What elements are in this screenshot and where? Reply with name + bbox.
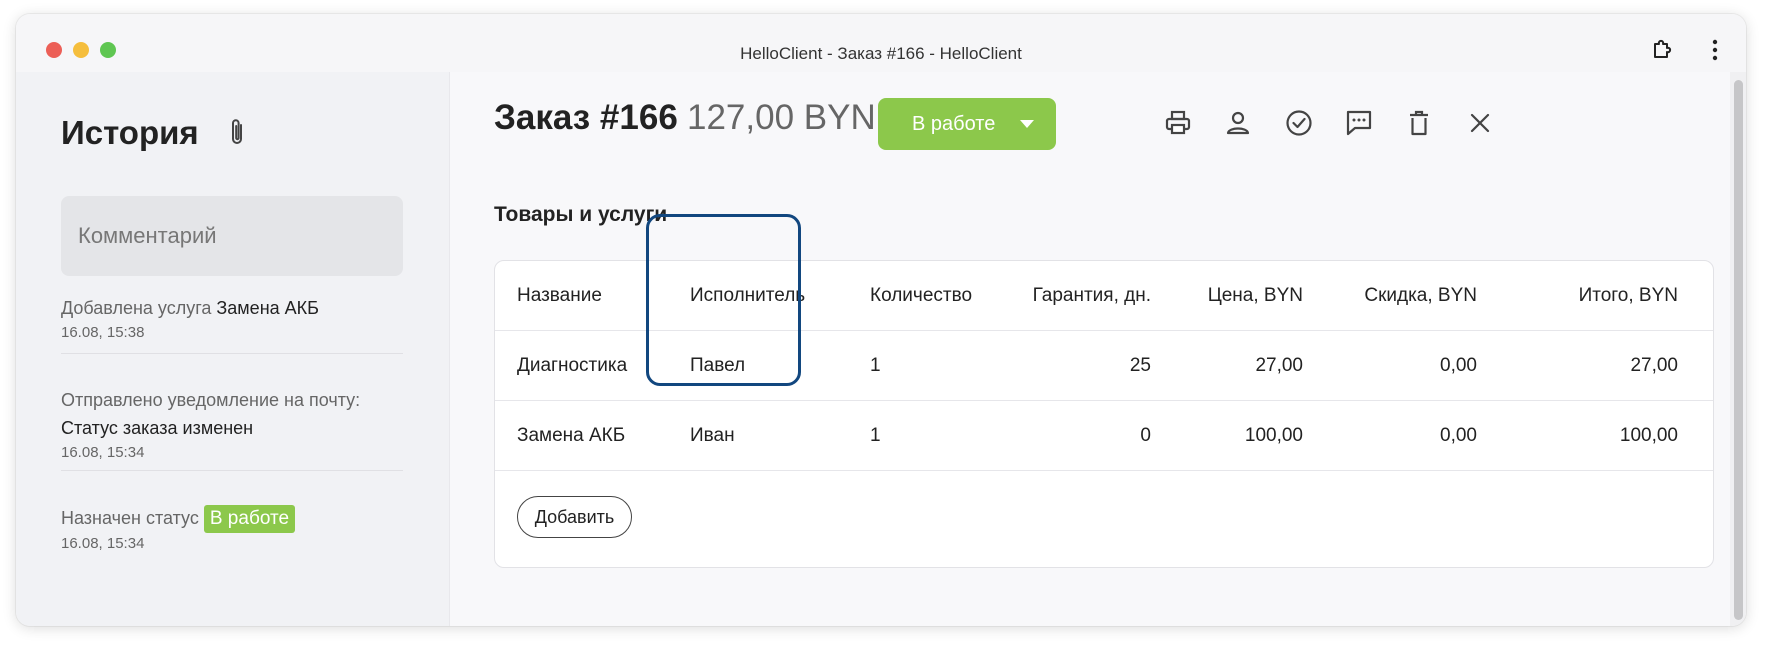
- history-entry-highlight: Замена АКБ: [216, 298, 319, 318]
- more-vertical-icon[interactable]: [1710, 38, 1720, 62]
- history-entry-time: 16.08, 15:34: [61, 535, 145, 552]
- close-icon: [1470, 113, 1490, 133]
- cell-executor[interactable]: Павел: [690, 331, 840, 401]
- cell-total: 100,00: [1619, 425, 1678, 446]
- table-row[interactable]: Замена АКБ Иван 1 0 100,00 0,00 100,00: [495, 401, 1713, 471]
- history-divider: [61, 470, 403, 471]
- check-circle-icon: [1286, 110, 1312, 136]
- column-header-warranty[interactable]: Гарантия, дн.: [965, 261, 1151, 331]
- print-button[interactable]: [1161, 106, 1195, 140]
- person-icon: [1226, 111, 1250, 135]
- cell-price[interactable]: 27,00: [1135, 331, 1303, 401]
- delete-button[interactable]: [1402, 106, 1436, 140]
- history-entry-text: Назначен статус: [61, 508, 204, 528]
- message-button[interactable]: [1342, 106, 1376, 140]
- column-header-total[interactable]: Итого, BYN: [1485, 261, 1678, 331]
- history-entry-highlight: Статус заказа изменен: [61, 418, 254, 438]
- status-label: В работе: [912, 112, 996, 135]
- complete-button[interactable]: [1282, 106, 1316, 140]
- history-entry-text: Отправлено уведомление на почту:: [61, 390, 361, 410]
- status-badge: В работе: [203, 505, 296, 533]
- cell-executor[interactable]: Иван: [690, 401, 840, 471]
- cell-warranty[interactable]: 25: [965, 331, 1151, 401]
- message-icon: [1346, 110, 1372, 136]
- caret-down-icon: [1020, 120, 1034, 128]
- order-title: Заказ #166: [494, 98, 678, 137]
- assign-client-button[interactable]: [1221, 106, 1255, 140]
- app-window: HelloClient - Заказ #166 - HelloClient И…: [16, 14, 1746, 626]
- cell-price[interactable]: 100,00: [1135, 401, 1303, 471]
- cell-warranty[interactable]: 0: [965, 401, 1151, 471]
- scrollbar[interactable]: [1730, 72, 1746, 626]
- cell-name[interactable]: Диагностика: [517, 331, 667, 401]
- column-header-executor[interactable]: Исполнитель: [690, 261, 840, 331]
- add-item-button[interactable]: Добавить: [517, 496, 632, 538]
- order-panel: Заказ #166 127,00 BYN В работе Товары и …: [450, 72, 1746, 626]
- cell-total: 27,00: [1630, 355, 1678, 376]
- history-divider: [61, 353, 403, 354]
- comment-input[interactable]: [61, 196, 403, 276]
- status-dropdown-button[interactable]: В работе: [878, 98, 1056, 150]
- history-entry-time: 16.08, 15:38: [61, 324, 145, 341]
- history-entry: Добавлена услуга Замена АКБ 16.08, 15:38: [61, 294, 403, 341]
- cell-discount[interactable]: 0,00: [1315, 401, 1477, 471]
- column-header-price[interactable]: Цена, BYN: [1135, 261, 1303, 331]
- scrollbar-thumb[interactable]: [1734, 80, 1743, 620]
- order-total: 127,00 BYN: [687, 98, 876, 137]
- printer-icon: [1165, 110, 1191, 135]
- items-table: Название Исполнитель Количество Гарантия…: [494, 260, 1714, 568]
- close-order-button[interactable]: [1463, 106, 1497, 140]
- extension-icon[interactable]: [1650, 38, 1674, 62]
- history-entry-time: 16.08, 15:34: [61, 444, 145, 461]
- trash-icon: [1410, 110, 1428, 136]
- cell-discount[interactable]: 0,00: [1315, 331, 1477, 401]
- history-title: История: [61, 114, 199, 151]
- table-header-row: Название Исполнитель Количество Гарантия…: [495, 261, 1713, 331]
- title-bar: HelloClient - Заказ #166 - HelloClient: [16, 14, 1746, 72]
- history-entry-text: Добавлена услуга: [61, 298, 217, 318]
- column-header-discount[interactable]: Скидка, BYN: [1315, 261, 1477, 331]
- cell-name[interactable]: Замена АКБ: [517, 401, 667, 471]
- window-title: HelloClient - Заказ #166 - HelloClient: [740, 44, 1022, 63]
- paperclip-icon[interactable]: [226, 117, 248, 149]
- table-row[interactable]: Диагностика Павел 1 25 27,00 0,00 27,00: [495, 331, 1713, 401]
- column-header-name[interactable]: Название: [517, 261, 667, 331]
- section-title: Товары и услуги: [494, 203, 668, 226]
- history-entry: Отправлено уведомление на почту: Статус …: [61, 386, 403, 461]
- history-sidebar: История Добавлена услуга Замена АКБ 16.0…: [16, 72, 450, 626]
- history-entry: Назначен статус В работе 16.08, 15:34: [61, 504, 403, 552]
